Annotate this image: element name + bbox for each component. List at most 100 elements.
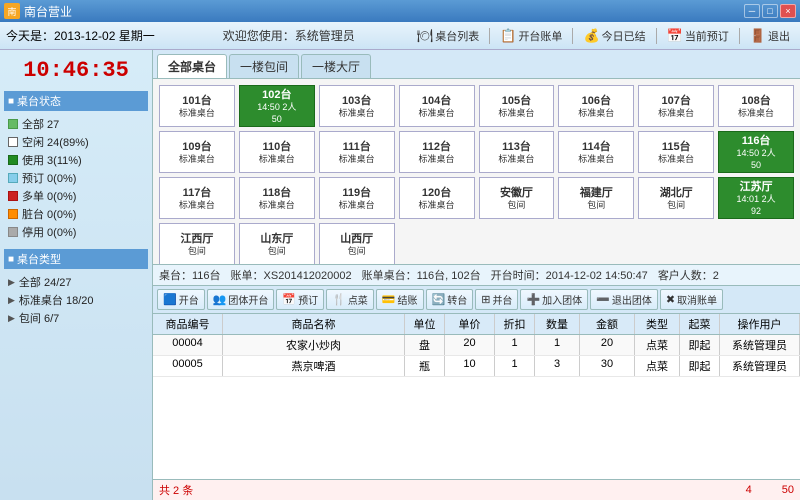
desk-cell[interactable]: 江西厅包间 [159, 223, 235, 264]
action-btn-加入团体[interactable]: ➕加入团体 [520, 289, 588, 310]
action-btn-取消账单[interactable]: ✖取消账单 [660, 289, 723, 310]
sidebar: 10:46:35 ■ 桌台状态 全部 27空闲 24(89%)使用 3(11%)… [0, 50, 153, 500]
status-label: 预订 0(0%) [22, 170, 76, 186]
status-item[interactable]: 使用 3(11%) [4, 151, 148, 169]
desk-number: 山东厅 [260, 230, 293, 246]
desk-cell[interactable]: 安徽厅包间 [479, 177, 555, 219]
desk-cell[interactable]: 福建厅包间 [558, 177, 634, 219]
action-btn-团体开台[interactable]: 👥团体开台 [207, 289, 275, 310]
desk-info: 桌台：116台 [159, 267, 221, 283]
action-icon: 📅 [282, 293, 296, 306]
desk-desc: 包间 [188, 246, 206, 258]
action-btn-转台[interactable]: 🔄转台 [426, 289, 474, 310]
desk-desc: 包间 [507, 200, 525, 212]
action-btn-结账[interactable]: 💳结账 [376, 289, 424, 310]
desk-cell[interactable]: 湖北厅包间 [638, 177, 714, 219]
desk-cell[interactable]: 110台标准桌台 [239, 131, 315, 173]
titlebar: 南 南台营业 ─ □ × [0, 0, 800, 22]
desk-number: 108台 [741, 92, 770, 108]
desk-cell[interactable]: 115台标准桌台 [638, 131, 714, 173]
action-label: 并台 [492, 292, 512, 307]
desk-desc: 标准桌台 [179, 200, 215, 212]
desk-cell[interactable]: 105台标准桌台 [479, 85, 555, 127]
status-item[interactable]: 停用 0(0%) [4, 223, 148, 241]
type-item[interactable]: ▶标准桌台 18/20 [4, 291, 148, 309]
minimize-button[interactable]: ─ [744, 4, 760, 18]
desk-cell[interactable]: 山东厅包间 [239, 223, 315, 264]
current-reservation-button[interactable]: 📅 当前预订 [663, 26, 733, 46]
status-item[interactable]: 空闲 24(89%) [4, 133, 148, 151]
status-item[interactable]: 全部 27 [4, 115, 148, 133]
desk-number: 116台 [742, 132, 771, 148]
type-item[interactable]: ▶全部 24/27 [4, 273, 148, 291]
tab-0[interactable]: 全部桌台 [157, 54, 227, 78]
desk-number: 118台 [262, 184, 291, 200]
status-item[interactable]: 预订 0(0%) [4, 169, 148, 187]
tab-2[interactable]: 一楼大厅 [301, 54, 371, 78]
desk-desc: 包间 [268, 246, 286, 258]
status-item[interactable]: 脏台 0(0%) [4, 205, 148, 223]
desk-cell[interactable]: 119台标准桌台 [319, 177, 395, 219]
table-row[interactable]: 00005 燕京啤酒 瓶 10 1 3 30 点菜 即起 系统管理员 [153, 356, 800, 377]
row-qty: 1 [535, 335, 580, 355]
action-btn-并台[interactable]: ⊞并台 [475, 289, 518, 310]
open-account-icon: 📋 [500, 28, 516, 44]
logout-button[interactable]: 🚪 退出 [746, 26, 794, 46]
desk-cell[interactable]: 112台标准桌台 [399, 131, 475, 173]
desk-cell[interactable]: 江苏厅14:01 2人92 [718, 177, 794, 219]
row-amount: 20 [580, 335, 635, 355]
desk-number: 110台 [262, 138, 291, 154]
desk-cell[interactable]: 101台标准桌台 [159, 85, 235, 127]
close-button[interactable]: × [780, 4, 796, 18]
type-item[interactable]: ▶包间 6/7 [4, 309, 148, 327]
tab-1[interactable]: 一楼包间 [229, 54, 299, 78]
row-start: 即起 [680, 335, 720, 355]
action-label: 预订 [298, 292, 318, 307]
desk-cell[interactable]: 113台标准桌台 [479, 131, 555, 173]
desk-number: 120台 [422, 184, 451, 200]
today-settled-button[interactable]: 💰 今日已结 [579, 26, 649, 46]
action-label: 转台 [447, 292, 467, 307]
table-row[interactable]: 00004 农家小炒肉 盘 20 1 1 20 点菜 即起 系统管理员 [153, 335, 800, 356]
desk-cell[interactable]: 117台标准桌台 [159, 177, 235, 219]
desk-desc: 标准桌台 [259, 154, 295, 166]
date-info: 今天是：2013-12-02 星期一 [6, 27, 155, 44]
desk-cell[interactable]: 109台标准桌台 [159, 131, 235, 173]
action-label: 取消账单 [677, 292, 717, 307]
status-item[interactable]: 多单 0(0%) [4, 187, 148, 205]
row-operator: 系统管理员 [720, 335, 800, 355]
open-account-button[interactable]: 📋 开台账单 [496, 26, 566, 46]
order-section: 商品编号 商品名称 单位 单价 折扣 数量 金额 类型 起菜 操作用户 0000… [153, 314, 800, 500]
maximize-button[interactable]: □ [762, 4, 778, 18]
row-unit: 盘 [405, 335, 445, 355]
desk-desc: 标准桌台 [179, 154, 215, 166]
desk-cell[interactable]: 106台标准桌台 [558, 85, 634, 127]
action-label: 结账 [398, 292, 418, 307]
separator2 [572, 28, 573, 44]
type-label: 全部 24/27 [19, 274, 72, 290]
action-btn-点菜[interactable]: 🍴点菜 [326, 289, 374, 310]
account-desk-info: 账单桌台：116台, 102台 [362, 267, 481, 283]
col-code: 商品编号 [153, 314, 223, 334]
desk-cell[interactable]: 104台标准桌台 [399, 85, 475, 127]
desk-cell[interactable]: 103台标准桌台 [319, 85, 395, 127]
desk-cell[interactable]: 102台14:50 2人50 [239, 85, 315, 127]
desk-cell[interactable]: 山西厅包间 [319, 223, 395, 264]
action-btn-退出团体[interactable]: ➖退出团体 [590, 289, 658, 310]
desk-cell[interactable]: 114台标准桌台 [558, 131, 634, 173]
desk-cell[interactable]: 118台标准桌台 [239, 177, 315, 219]
desk-cell[interactable]: 107台标准桌台 [638, 85, 714, 127]
desk-cell[interactable]: 120台标准桌台 [399, 177, 475, 219]
desk-desc: 标准桌台 [179, 108, 215, 120]
col-discount: 折扣 [495, 314, 535, 334]
desk-cell[interactable]: 108台标准桌台 [718, 85, 794, 127]
desk-cell[interactable]: 116台14:50 2人50 [718, 131, 794, 173]
app-title: 南台营业 [24, 3, 744, 20]
desk-list-button[interactable]: 🍽 桌台列表 [413, 26, 484, 46]
action-btn-开台[interactable]: 🟦开台 [157, 289, 205, 310]
desk-number: 江苏厅 [740, 178, 773, 194]
desk-cell[interactable]: 111台标准桌台 [319, 131, 395, 173]
desk-desc: 标准桌台 [419, 108, 455, 120]
action-label: 团体开台 [228, 292, 268, 307]
action-btn-预订[interactable]: 📅预订 [276, 289, 324, 310]
